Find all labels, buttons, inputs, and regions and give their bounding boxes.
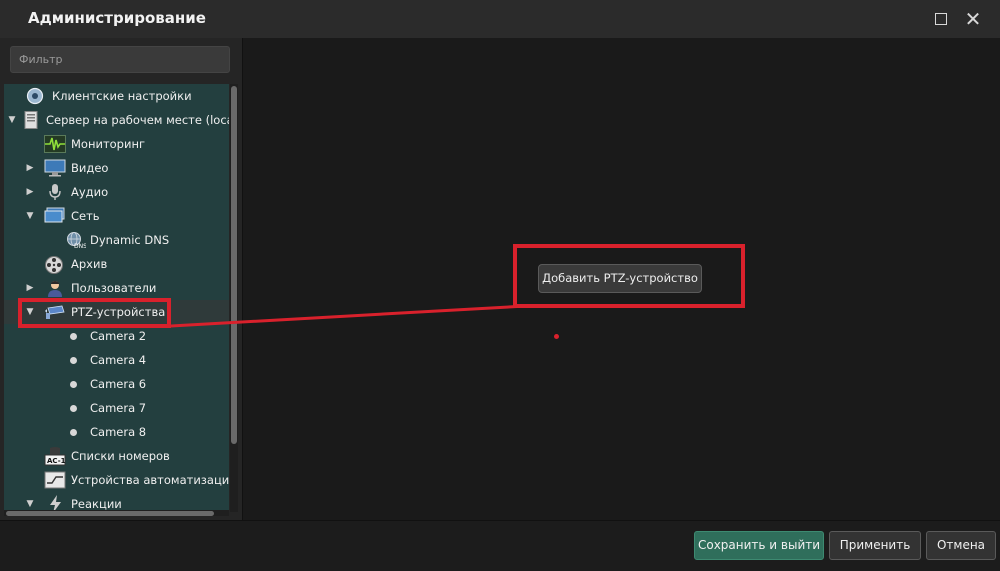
annotation-connector-line (170, 304, 527, 328)
save-and-exit-button[interactable]: Сохранить и выйти (694, 531, 824, 560)
annotation-dot (554, 334, 559, 339)
cancel-button[interactable]: Отмена (926, 531, 996, 560)
administration-window: Администрирование ✕ Клиентские настройки… (0, 0, 1000, 571)
apply-button[interactable]: Применить (829, 531, 921, 560)
